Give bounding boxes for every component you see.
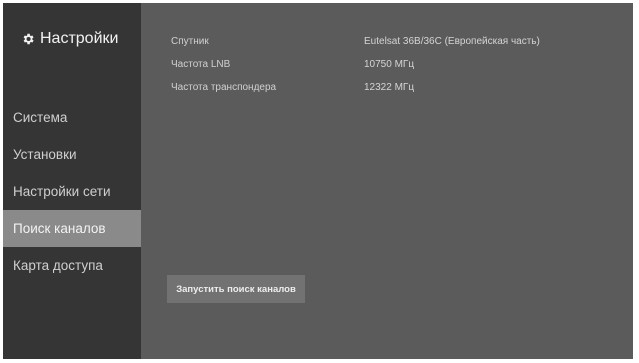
sidebar-item-system[interactable]: Система — [3, 99, 141, 136]
satellite-value: Eutelsat 36B/36C (Европейская часть) — [364, 36, 540, 47]
sidebar-item-channel-search[interactable]: Поиск каналов — [3, 210, 141, 247]
sidebar-item-label: Установки — [13, 147, 77, 162]
transponder-frequency-label: Частота транспондера — [171, 82, 277, 93]
transponder-frequency-row[interactable]: Частота транспондера 12322 МГц — [171, 82, 414, 93]
sidebar-item-network-settings[interactable]: Настройки сети — [3, 173, 141, 210]
sidebar-item-label: Карта доступа — [13, 258, 103, 273]
transponder-frequency-value: 12322 МГц — [364, 82, 415, 93]
main-content: Спутник Eutelsat 36B/36C (Европейская ча… — [141, 3, 633, 359]
sidebar-menu: Система Установки Настройки сети Поиск к… — [3, 99, 141, 284]
lnb-frequency-row[interactable]: Частота LNB 10750 МГц — [171, 59, 414, 70]
sidebar-item-installation[interactable]: Установки — [3, 136, 141, 173]
page-title-text: Настройки — [40, 30, 119, 47]
satellite-row[interactable]: Спутник Eutelsat 36B/36C (Европейская ча… — [171, 36, 540, 47]
sidebar-item-access-card[interactable]: Карта доступа — [3, 247, 141, 284]
lnb-frequency-label: Частота LNB — [171, 59, 231, 70]
gear-icon — [21, 32, 35, 46]
sidebar-item-label: Настройки сети — [13, 184, 111, 199]
sidebar: Настройки Система Установки Настройки се… — [3, 3, 141, 359]
satellite-label: Спутник — [171, 36, 209, 47]
sidebar-item-label: Поиск каналов — [13, 221, 106, 236]
page-title: Настройки — [21, 30, 118, 48]
start-channel-search-button[interactable]: Запустить поиск каналов — [167, 275, 305, 303]
sidebar-item-label: Система — [13, 110, 68, 125]
lnb-frequency-value: 10750 МГц — [364, 59, 415, 70]
settings-screen: Настройки Система Установки Настройки се… — [3, 3, 633, 359]
